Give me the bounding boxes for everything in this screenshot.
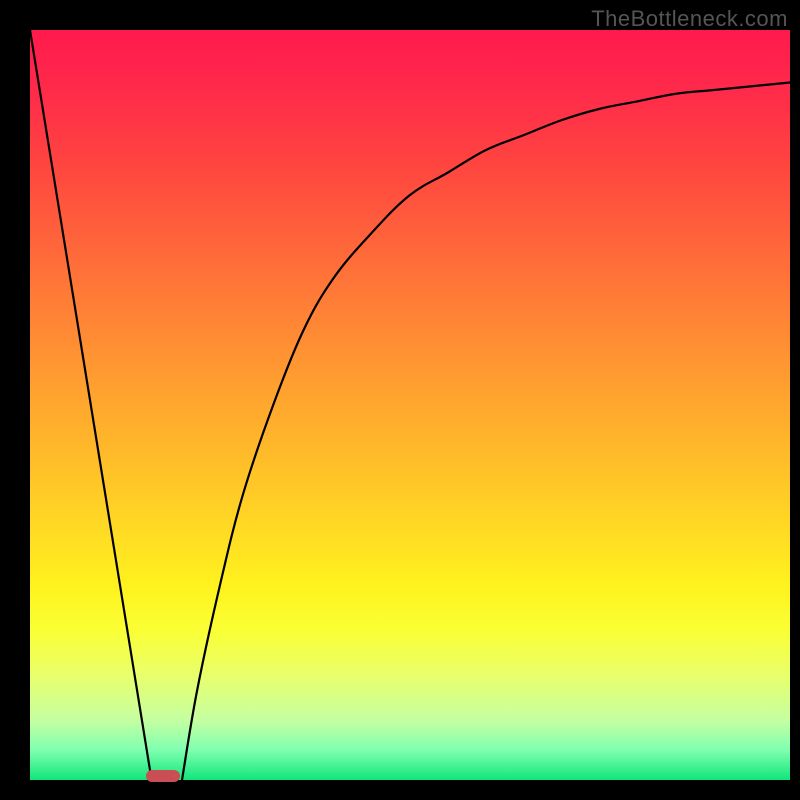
chart-frame: TheBottleneck.com <box>0 0 800 800</box>
left-line <box>30 30 152 780</box>
right-curve <box>182 83 790 781</box>
optimal-marker <box>146 770 180 782</box>
chart-curves-svg <box>0 0 800 800</box>
